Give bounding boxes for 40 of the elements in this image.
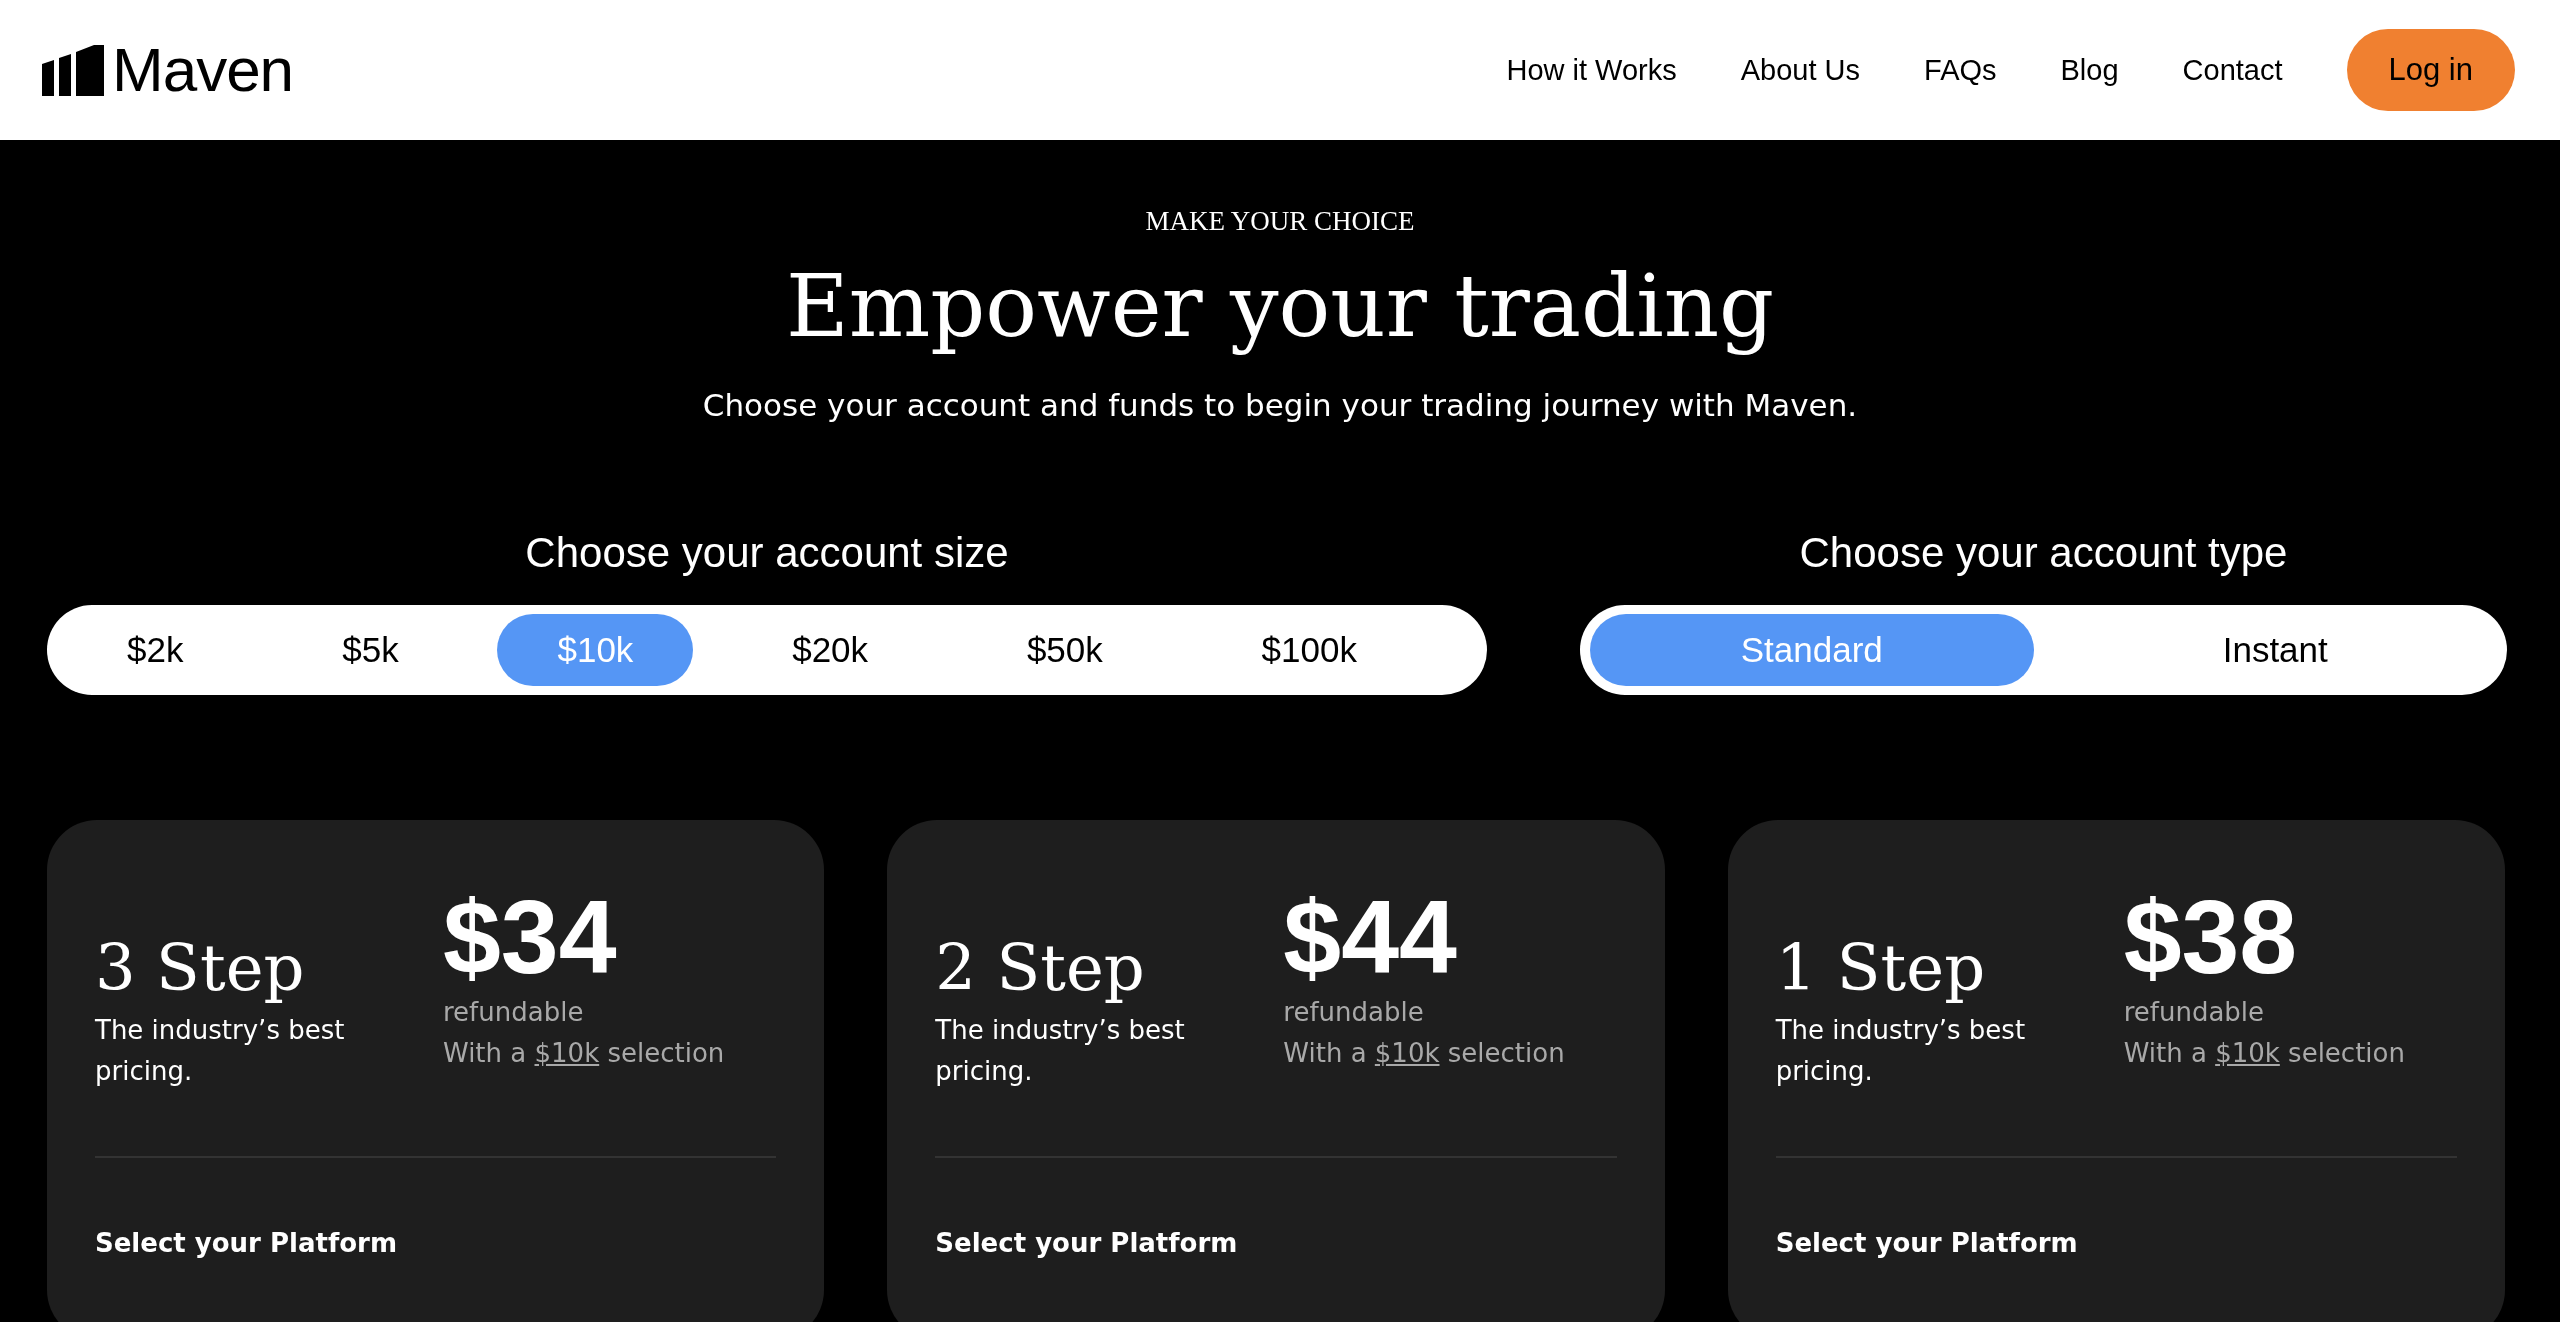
price-note: refundable	[2123, 996, 2266, 1029]
eyebrow-text: MAKE YOUR CHOICE	[1145, 206, 1415, 237]
plan-name: 3 Step	[95, 930, 306, 1007]
selection-link[interactable]: $10k	[2215, 1038, 2280, 1068]
hero-title: Empower your trading	[785, 255, 1775, 358]
account-type-option[interactable]: Instant	[2053, 614, 2497, 686]
price: $44	[1283, 882, 1458, 992]
logo-text[interactable]: Maven	[112, 44, 294, 96]
nav-link[interactable]: Blog	[2060, 53, 2119, 87]
plan-description: The industry’s best pricing.	[1775, 1014, 2027, 1088]
nav-link[interactable]: FAQs	[1924, 53, 1997, 87]
price: $38	[2123, 882, 2299, 992]
account-size-option[interactable]: $5k	[282, 614, 459, 686]
section-heading: Choose your account size	[525, 528, 1009, 578]
nav-link[interactable]: Contact	[2182, 53, 2283, 87]
price-note: refundable	[443, 996, 585, 1029]
plan-description: The industry’s best pricing.	[935, 1014, 1186, 1088]
selection-text: With a $10k selection	[1283, 1037, 1565, 1070]
nav-link[interactable]: How it Works	[1506, 53, 1677, 87]
price: $34	[443, 882, 618, 992]
login-button[interactable]: Log in	[2346, 29, 2515, 111]
section-heading: Choose your account type	[1799, 528, 2288, 578]
platform-heading: Select your Platform	[1775, 1228, 2079, 1258]
platform-heading: Select your Platform	[935, 1228, 1239, 1258]
plan-name: 1 Step	[1775, 930, 1987, 1007]
nav-link[interactable]: About Us	[1740, 53, 1860, 87]
logo-bars-icon	[42, 44, 104, 96]
selection-link[interactable]: $10k	[1374, 1038, 1440, 1068]
plan-name: 2 Step	[935, 930, 1146, 1007]
platform-heading: Select your Platform	[95, 1228, 399, 1258]
plan-description: The industry’s best pricing.	[95, 1014, 346, 1088]
account-size-option[interactable]: $100k	[1201, 614, 1417, 686]
account-size-option[interactable]: $20k	[732, 614, 929, 686]
selection-text: With a $10k selection	[2123, 1037, 2405, 1070]
price-note: refundable	[1283, 996, 1425, 1029]
selection-link[interactable]: $10k	[534, 1038, 600, 1068]
selection-text: With a $10k selection	[443, 1037, 725, 1070]
account-size-option[interactable]: $50k	[966, 614, 1163, 686]
hero-subtitle: Choose your account and funds to begin your trading journey with Maven.	[702, 387, 1858, 423]
account-size-option[interactable]: $2k	[67, 614, 244, 686]
